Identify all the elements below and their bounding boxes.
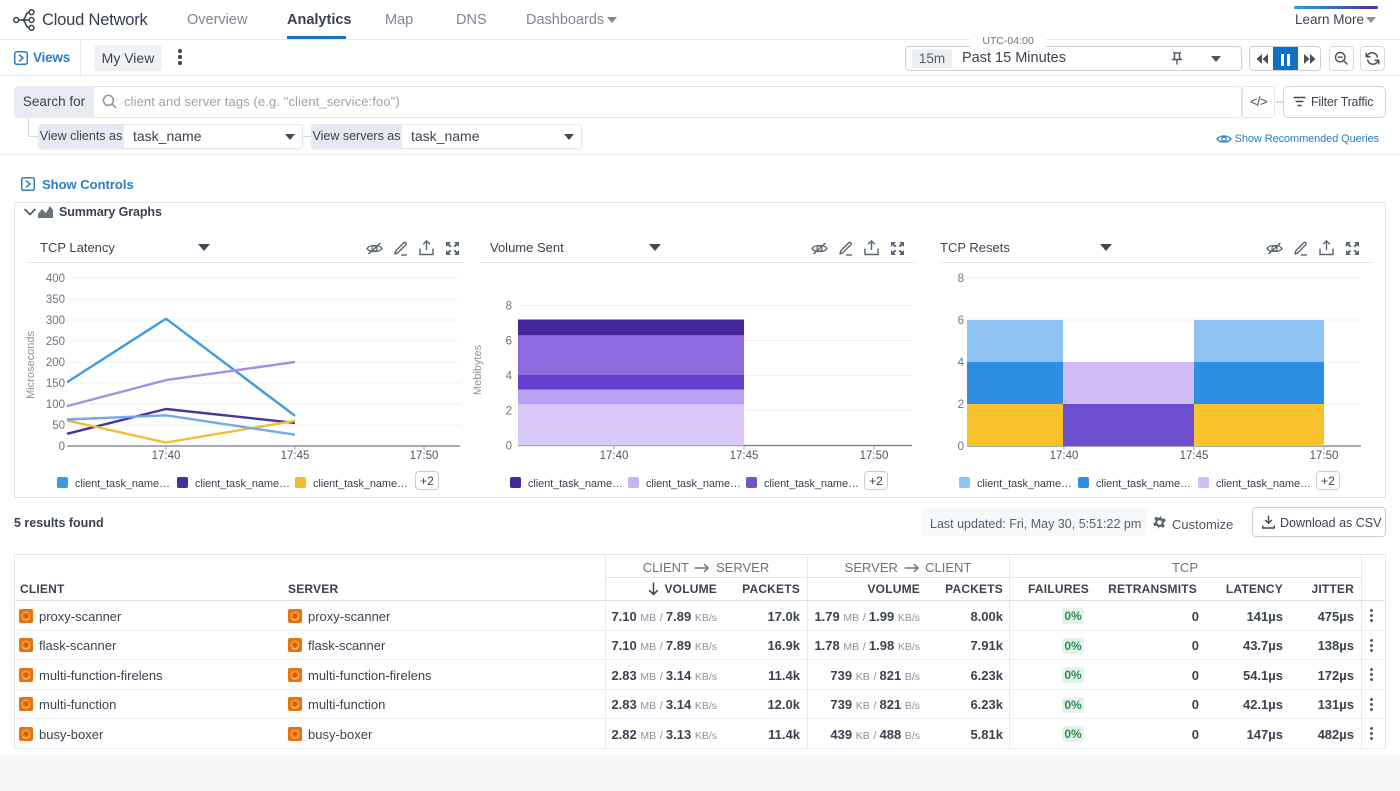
- svg-text:100: 100: [46, 399, 65, 411]
- svg-text:400: 400: [46, 273, 65, 285]
- svg-text:4: 4: [506, 371, 513, 383]
- svg-text:2: 2: [958, 399, 964, 411]
- svg-text:17:45: 17:45: [281, 450, 310, 462]
- svg-text:8: 8: [506, 301, 512, 313]
- svg-text:300: 300: [46, 315, 65, 327]
- svg-text:17:50: 17:50: [860, 450, 889, 462]
- svg-text:17:45: 17:45: [1180, 450, 1209, 462]
- svg-text:17:40: 17:40: [152, 450, 181, 462]
- svg-text:17:40: 17:40: [1050, 450, 1079, 462]
- svg-text:6: 6: [506, 336, 512, 348]
- svg-text:17:45: 17:45: [730, 450, 759, 462]
- svg-text:350: 350: [46, 294, 65, 306]
- svg-text:0: 0: [958, 441, 964, 453]
- svg-text:4: 4: [958, 357, 965, 369]
- svg-text:250: 250: [46, 336, 65, 348]
- svg-text:200: 200: [46, 357, 65, 369]
- svg-text:50: 50: [52, 420, 65, 432]
- svg-text:17:40: 17:40: [600, 450, 629, 462]
- svg-text:2: 2: [506, 406, 512, 418]
- svg-text:0: 0: [506, 441, 512, 453]
- svg-text:0: 0: [59, 441, 65, 453]
- svg-text:6: 6: [958, 315, 964, 327]
- svg-text:8: 8: [958, 273, 964, 285]
- svg-text:17:50: 17:50: [1310, 450, 1339, 462]
- svg-text:Microseconds: Microseconds: [25, 331, 37, 399]
- svg-text:150: 150: [46, 378, 65, 390]
- svg-text:17:50: 17:50: [410, 450, 439, 462]
- svg-text:Mebibytes: Mebibytes: [472, 344, 484, 395]
